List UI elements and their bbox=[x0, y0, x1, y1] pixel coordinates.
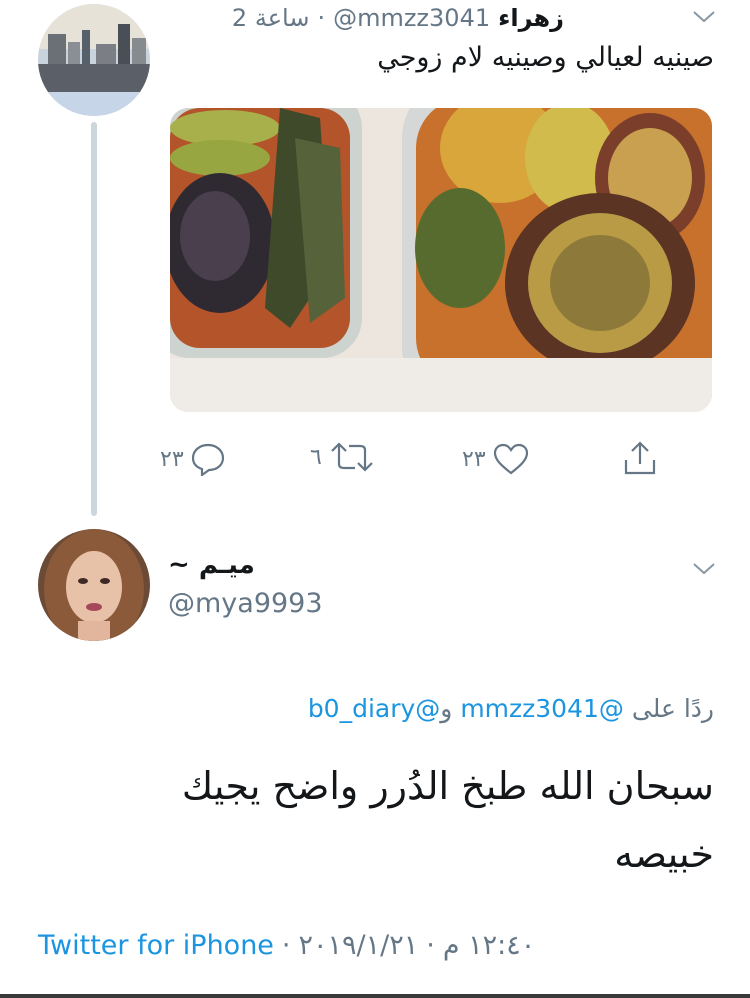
main-avatar[interactable] bbox=[38, 529, 150, 641]
main-menu-chevron-icon[interactable] bbox=[690, 558, 718, 578]
main-tweet-line-1: سبحان الله طبخ الدُرر واضح يجيك bbox=[181, 764, 714, 808]
tweet-meta: Twitter for iPhone · ٢٠١٩/١/٢١ · ١٢:٤٠ م bbox=[38, 930, 535, 961]
tweet-time: ١٢:٤٠ م bbox=[442, 930, 536, 961]
heart-icon bbox=[493, 443, 528, 475]
parent-tweet-text: صينيه لعيالي وصينيه لام زوجي bbox=[377, 42, 714, 73]
parent-media-image[interactable] bbox=[170, 108, 712, 412]
parent-time[interactable]: 2 ساعة bbox=[232, 4, 310, 32]
retweet-icon bbox=[331, 442, 373, 472]
tweet-date: ٢٠١٩/١/٢١ bbox=[298, 930, 419, 961]
retweet-action[interactable]: ٦ bbox=[310, 442, 376, 472]
replying-to-label: ردًا على bbox=[631, 694, 714, 723]
bottom-divider bbox=[0, 994, 750, 998]
reply-mention-1[interactable]: @mmzz3041 bbox=[460, 694, 624, 723]
like-count: ٢٣ bbox=[462, 446, 486, 472]
tweet-source[interactable]: Twitter for iPhone bbox=[38, 930, 274, 961]
reply-conj: و bbox=[440, 694, 453, 723]
parent-header: زهراء @mmzz3041 · 2 ساعة bbox=[232, 4, 564, 32]
parent-avatar[interactable] bbox=[38, 4, 150, 116]
meta-separator-1: · bbox=[281, 930, 291, 961]
reply-action[interactable]: ٢٣ bbox=[160, 442, 226, 476]
thread-line bbox=[91, 122, 97, 516]
parent-handle[interactable]: @mmzz3041 bbox=[333, 4, 490, 32]
main-tweet-text: سبحان الله طبخ الدُرر واضح يجيك خبيصه bbox=[114, 752, 714, 888]
parent-separator: · bbox=[317, 4, 326, 32]
parent-menu-chevron-icon[interactable] bbox=[690, 6, 718, 26]
reply-count: ٢٣ bbox=[160, 446, 184, 472]
parent-display-name[interactable]: زهراء bbox=[498, 4, 564, 32]
share-action[interactable] bbox=[622, 440, 658, 476]
reply-icon bbox=[191, 443, 224, 476]
like-action[interactable]: ٢٣ bbox=[462, 442, 530, 476]
replying-to: ردًا على @mmzz3041 و@b0_diary bbox=[308, 694, 714, 723]
main-display-name[interactable]: ميـم ~ bbox=[168, 550, 255, 580]
main-tweet-line-2: خبيصه bbox=[614, 832, 714, 876]
retweet-count: ٦ bbox=[310, 444, 322, 470]
meta-separator-2: · bbox=[426, 930, 435, 961]
reply-mention-2[interactable]: @b0_diary bbox=[308, 694, 440, 723]
main-handle[interactable]: @mya9993 bbox=[168, 588, 323, 619]
share-icon bbox=[624, 441, 656, 475]
